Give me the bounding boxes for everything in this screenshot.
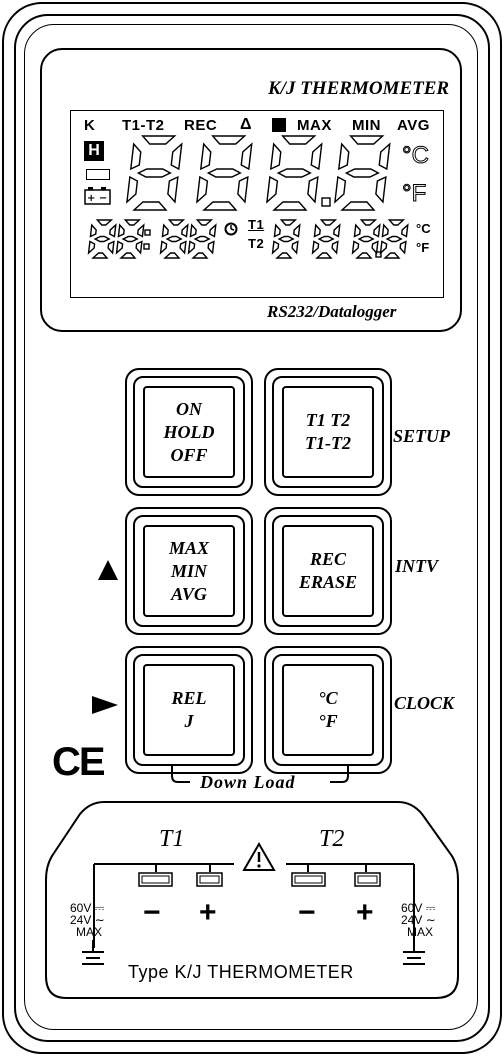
time-digit-3 bbox=[159, 219, 189, 259]
sub-time-digits bbox=[87, 219, 217, 259]
rel-j-button-face: REL J bbox=[143, 664, 235, 756]
sub-digit-1 bbox=[271, 219, 301, 259]
up-arrow-icon bbox=[98, 560, 118, 580]
delta-indicator: Δ bbox=[240, 116, 252, 133]
rec-erase-button[interactable]: REC ERASE bbox=[264, 507, 392, 635]
min-label: MIN bbox=[170, 560, 207, 581]
main-digits bbox=[126, 135, 391, 211]
deg-f-indicator: °F bbox=[401, 180, 427, 208]
min-indicator: MIN bbox=[352, 117, 381, 134]
rel-j-button[interactable]: REL J bbox=[125, 646, 253, 774]
erase-label: ERASE bbox=[298, 572, 358, 592]
setup-label: SETUP bbox=[393, 426, 451, 446]
clock-icon bbox=[224, 222, 238, 236]
main-digit-2 bbox=[196, 135, 253, 211]
time-digit-2 bbox=[115, 219, 145, 259]
right-arrow-icon bbox=[92, 696, 118, 714]
t2-plus-pin-icon bbox=[354, 872, 381, 887]
rating-left-max: MAX bbox=[76, 925, 103, 939]
time-colon-top bbox=[144, 229, 151, 236]
svg-text:+ −: + − bbox=[87, 193, 107, 204]
hold-indicator: H bbox=[84, 141, 104, 161]
k-indicator: K bbox=[84, 117, 96, 134]
type-label: Type K/J THERMOMETER bbox=[128, 962, 354, 982]
time-digit-1 bbox=[87, 219, 117, 259]
lcd-brand: K/J THERMOMETER bbox=[268, 78, 450, 99]
t1-input-label: T1 bbox=[159, 826, 185, 852]
time-digit-4 bbox=[187, 219, 217, 259]
deg-c-indicator: °C bbox=[402, 142, 430, 170]
sub-digits bbox=[271, 219, 409, 259]
t2-minus-pin-icon bbox=[291, 872, 326, 887]
t1-t2-button-face: T1 T2 T1-T2 bbox=[282, 386, 374, 478]
main-digit-3 bbox=[266, 135, 323, 211]
main-digit-1 bbox=[126, 135, 183, 211]
unit-button-face: °C °F bbox=[282, 664, 374, 756]
minus-segment bbox=[86, 169, 110, 180]
t2-sub-indicator: T2 bbox=[248, 236, 265, 251]
ground-right-icon bbox=[403, 940, 425, 965]
sub-digit-2 bbox=[311, 219, 341, 259]
t1-plus-label: + bbox=[199, 896, 217, 929]
max-label: MAX bbox=[168, 537, 210, 558]
main-decimal-point bbox=[321, 197, 331, 207]
power-label-off: OFF bbox=[170, 444, 208, 465]
fahrenheit-label: °F bbox=[318, 711, 338, 731]
time-colon-bottom bbox=[143, 243, 150, 250]
power-label-hold: HOLD bbox=[163, 421, 215, 442]
t1-t2-label-1: T1 T2 bbox=[305, 410, 351, 430]
max-min-avg-button-face: MAX MIN AVG bbox=[143, 525, 235, 617]
intv-label: INTV bbox=[395, 556, 439, 576]
avg-indicator: AVG bbox=[397, 117, 430, 134]
small-f-indicator: °F bbox=[416, 240, 430, 255]
t1-t2-label-2: T1-T2 bbox=[305, 433, 351, 453]
t1-t2-button[interactable]: T1 T2 T1-T2 bbox=[264, 368, 392, 496]
ce-mark: CE bbox=[52, 740, 106, 784]
battery-icon: + − bbox=[84, 187, 111, 205]
rec-label: REC bbox=[309, 549, 347, 569]
celsius-label: °C bbox=[318, 688, 338, 708]
main-digit-4 bbox=[334, 135, 391, 211]
max-indicator: MAX bbox=[297, 117, 332, 134]
memory-icon bbox=[272, 118, 286, 132]
deg-f-label: °F bbox=[401, 180, 427, 208]
rec-erase-button-face: REC ERASE bbox=[282, 525, 374, 617]
t2-input-label: T2 bbox=[319, 826, 345, 852]
small-c-indicator: °C bbox=[416, 221, 431, 236]
t1-minus-label: − bbox=[143, 896, 161, 929]
hold-indicator-label: H bbox=[88, 142, 100, 159]
power-label-on: ON bbox=[176, 398, 202, 419]
avg-label: AVG bbox=[171, 583, 207, 604]
t1-t2-indicator: T1-T2 bbox=[122, 117, 165, 134]
power-hold-button[interactable]: ON HOLD OFF bbox=[125, 368, 253, 496]
t2-plus-label: + bbox=[356, 896, 374, 929]
download-label: Down Load bbox=[200, 772, 296, 792]
deg-c-label: °C bbox=[402, 142, 430, 170]
t1-plus-pin-icon bbox=[196, 872, 223, 887]
rel-label: REL bbox=[171, 688, 207, 708]
unit-button[interactable]: °C °F bbox=[264, 646, 392, 774]
power-hold-button-face: ON HOLD OFF bbox=[143, 386, 235, 478]
warning-icon bbox=[242, 841, 276, 871]
j-label: J bbox=[184, 711, 194, 731]
t1-sub-indicator: T1 bbox=[248, 217, 265, 232]
clock-label: CLOCK bbox=[394, 693, 455, 713]
sub-digit-4 bbox=[379, 219, 409, 259]
lcd-footer: RS232/Datalogger bbox=[267, 302, 397, 321]
max-min-avg-button[interactable]: MAX MIN AVG bbox=[125, 507, 253, 635]
rec-indicator: REC bbox=[184, 117, 218, 134]
rating-left: 60V ⎓ 24V ∼ MAX bbox=[70, 902, 105, 938]
t1-minus-pin-icon bbox=[138, 872, 173, 887]
t2-minus-label: − bbox=[298, 896, 316, 929]
rating-right: 60V ⎓ 24V ∼ MAX bbox=[401, 902, 436, 938]
ground-left-icon bbox=[82, 940, 104, 965]
rating-right-max: MAX bbox=[407, 925, 434, 939]
